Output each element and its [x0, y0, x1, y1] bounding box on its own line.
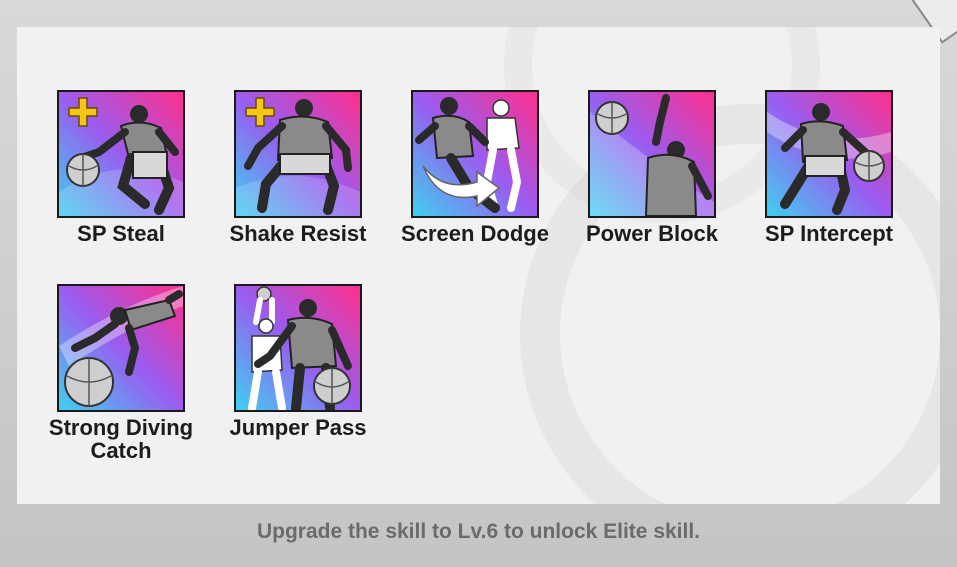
skill-panel: SP Steal Shake Resist Screen Dodge Power… [17, 27, 940, 504]
skill-label: SP Intercept [765, 221, 893, 246]
skill-label: Power Block [585, 221, 719, 246]
skill-window: SP Steal Shake Resist Screen Dodge Power… [0, 0, 957, 567]
skill-screen-dodge[interactable]: Screen Dodge [390, 90, 560, 245]
skill-label: Jumper Pass [229, 415, 367, 440]
power-block-icon [588, 90, 716, 218]
skill-sp-intercept[interactable]: SP Intercept [744, 90, 914, 245]
strong-diving-catch-icon [57, 284, 185, 412]
skill-label: Screen Dodge [401, 221, 549, 246]
screen-dodge-icon [411, 90, 539, 218]
skill-power-block[interactable]: Power Block [567, 90, 737, 245]
skill-shake-resist[interactable]: Shake Resist [213, 90, 383, 245]
unlock-hint-text: Upgrade the skill to Lv.6 to unlock Elit… [256, 520, 701, 543]
skill-strong-diving-catch[interactable]: Strong Diving Catch [36, 284, 206, 462]
skill-label: Shake Resist [229, 221, 367, 246]
skill-sp-steal[interactable]: SP Steal [36, 90, 206, 245]
skill-label: SP Steal [77, 221, 165, 246]
shake-resist-icon [234, 90, 362, 218]
skill-jumper-pass[interactable]: Jumper Pass [213, 284, 383, 439]
jumper-pass-icon [234, 284, 362, 412]
sp-steal-icon [57, 90, 185, 218]
skill-label: Strong Diving Catch [48, 415, 194, 463]
sp-intercept-icon [765, 90, 893, 218]
